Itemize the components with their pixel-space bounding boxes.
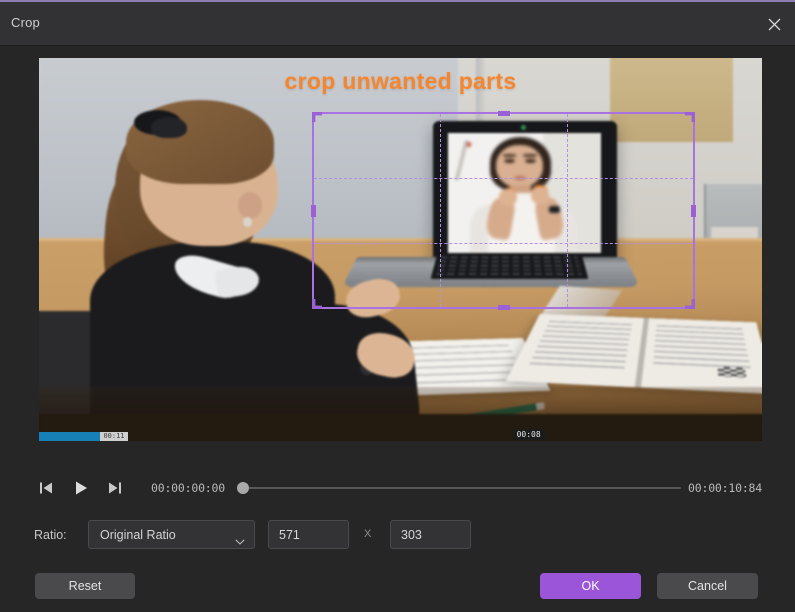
crop-height-input[interactable]: 303 <box>390 520 471 549</box>
ratio-label: Ratio: <box>34 528 67 542</box>
cancel-button[interactable]: Cancel <box>657 573 758 599</box>
crop-handle-top[interactable] <box>498 111 510 116</box>
crop-height-value: 303 <box>401 528 422 542</box>
close-icon[interactable] <box>757 8 791 40</box>
crop-dialog: Crop crop unwanted parts 00:11 00:08 00:… <box>0 0 795 612</box>
ratio-dropdown-value: Original Ratio <box>100 528 176 542</box>
current-time-label: 00:00:00:00 <box>151 481 225 495</box>
dialog-footer: Reset OK Cancel <box>0 562 795 612</box>
crop-handle-bottom-left[interactable] <box>312 299 322 309</box>
dialog-title: Crop <box>11 15 40 30</box>
reset-button[interactable]: Reset <box>35 573 135 599</box>
open-book <box>506 314 762 394</box>
dimension-separator: X <box>364 528 371 540</box>
crop-selection-box[interactable] <box>312 112 695 309</box>
ok-button[interactable]: OK <box>540 573 641 599</box>
seek-slider-handle[interactable] <box>237 482 249 494</box>
crop-handle-top-left[interactable] <box>312 112 322 122</box>
crop-width-value: 571 <box>279 528 300 542</box>
embedded-video-progress-label: 00:11 <box>100 432 127 441</box>
video-preview[interactable]: crop unwanted parts 00:11 00:08 <box>39 58 762 441</box>
chevron-down-icon <box>235 532 245 550</box>
seek-slider-track[interactable] <box>237 487 681 489</box>
skip-to-end-icon[interactable] <box>101 475 127 501</box>
dialog-titlebar: Crop <box>0 2 795 46</box>
ratio-row: Ratio: Original Ratio 571 X 303 <box>0 520 795 552</box>
crop-handle-bottom[interactable] <box>498 305 510 310</box>
skip-to-start-icon[interactable] <box>33 475 59 501</box>
crop-handle-bottom-right[interactable] <box>685 299 695 309</box>
play-icon[interactable] <box>68 475 94 501</box>
embedded-video-timestamp: 00:08 <box>513 429 545 440</box>
total-time-label: 00:00:10:84 <box>688 481 762 495</box>
crop-handle-top-right[interactable] <box>685 112 695 122</box>
embedded-video-progress-bar <box>39 432 100 441</box>
ratio-dropdown[interactable]: Original Ratio <box>88 520 255 549</box>
crop-handle-right[interactable] <box>691 205 696 217</box>
crop-handle-left[interactable] <box>311 205 316 217</box>
crop-width-input[interactable]: 571 <box>268 520 349 549</box>
